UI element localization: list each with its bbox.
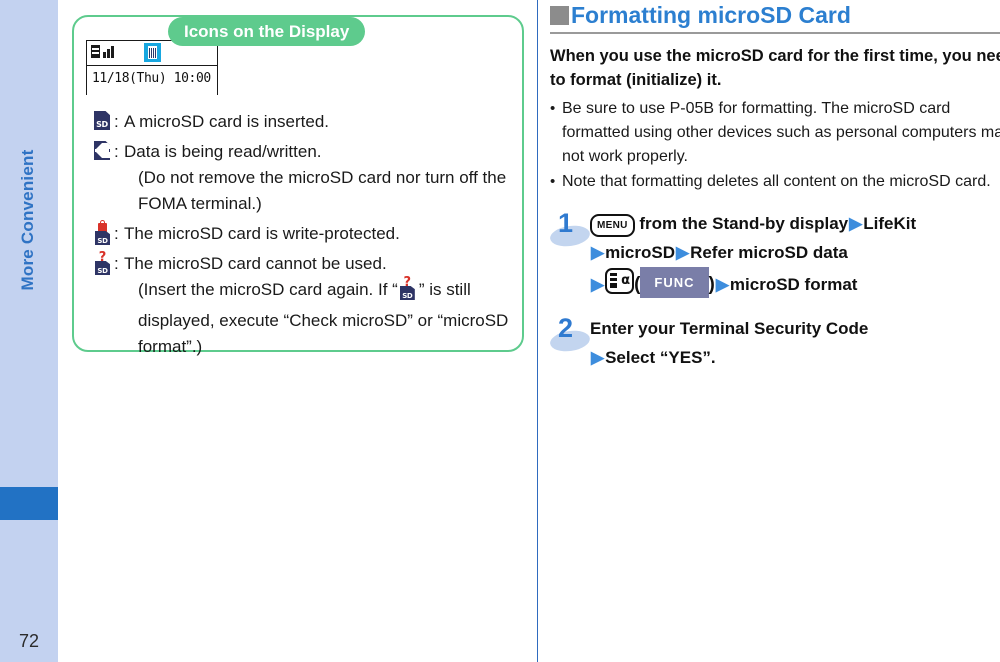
- bullet-dot-icon: •: [550, 172, 556, 190]
- legend-sub: (Insert the microSD card again. If “? SD”…: [124, 276, 524, 360]
- function-key-icon[interactable]: α: [605, 267, 635, 294]
- header-rule: [550, 32, 1000, 34]
- step-line-1: MENU from the Stand-by display▶LifeKit: [590, 209, 1000, 238]
- step-target[interactable]: LifeKit: [863, 214, 916, 233]
- phone-display-mockup: 11/18(Thu) 10:00: [86, 40, 218, 95]
- list-item: • Note that formatting deletes all conte…: [550, 170, 1000, 194]
- legend-sub: (Do not remove the microSD card nor turn…: [138, 168, 507, 213]
- battery-icon: [91, 45, 100, 58]
- legend-sub-pre: (Insert the microSD card again. If “: [138, 280, 398, 299]
- icons-on-display-panel: Icons on the Display 11/18(Thu) 10:00 SD…: [72, 15, 524, 356]
- mock-datetime: 11/18(Thu) 10:00: [92, 71, 211, 86]
- paren-close: ): [708, 273, 715, 295]
- bullet-dot-icon: •: [550, 99, 556, 117]
- signal-bars-icon: [103, 44, 117, 58]
- step-number-badge: 1: [548, 207, 592, 250]
- column-divider: [537, 0, 538, 662]
- panel-title-tab: Icons on the Display: [168, 17, 366, 46]
- legend-text: Data is being read/written. (Do not remo…: [124, 139, 524, 217]
- procedure-step-2: 2 Enter your Terminal Security Code ▶Sel…: [548, 312, 1000, 372]
- func-softkey-badge[interactable]: FUNC: [640, 266, 709, 298]
- legend-text: The microSD card is write-protected.: [124, 224, 400, 243]
- note-text: Be sure to use P-05B for formatting. The…: [562, 99, 1000, 165]
- list-item: ? SD : The microSD card cannot be used. …: [94, 251, 524, 360]
- microsd-read-write-icon: [94, 139, 114, 160]
- menu-key-icon[interactable]: MENU: [590, 213, 635, 237]
- arrow-icon: ▶: [849, 213, 863, 233]
- arrow-icon: ▶: [591, 242, 605, 262]
- list-item: : Data is being read/written. (Do not re…: [94, 139, 524, 217]
- step-line-2: ▶Select “YES”.: [590, 343, 1000, 372]
- legend-text: A microSD card is inserted.: [124, 112, 330, 131]
- legend-main: The microSD card cannot be used.: [124, 254, 387, 273]
- section-lead-text: When you use the microSD card for the fi…: [550, 46, 1000, 89]
- chapter-label: More Convenient: [18, 149, 37, 291]
- step-target[interactable]: Refer microSD data: [690, 243, 848, 262]
- legend-text: The microSD card cannot be used. (Insert…: [124, 251, 524, 360]
- arrow-icon: ▶: [676, 242, 690, 262]
- step-text: from the Stand-by display: [634, 213, 849, 233]
- list-item: SD : A microSD card is inserted.: [94, 109, 524, 135]
- list-item: SD : The microSD card is write-protected…: [94, 220, 524, 247]
- microsd-card-icon: SD: [94, 109, 114, 130]
- step-target[interactable]: microSD format: [730, 275, 858, 294]
- arrow-icon: ▶: [591, 274, 605, 294]
- step-number: 1: [558, 207, 574, 238]
- chapter-tab-marker: [0, 487, 58, 520]
- step-line-3: ▶ α(FUNC)▶microSD format: [590, 266, 1000, 299]
- icon-legend-list: SD : A microSD card is inserted. : Data …: [94, 109, 524, 364]
- microsd-inserted-icon-highlight: [144, 43, 161, 62]
- step-instructions: Enter your Terminal Security Code ▶Selec…: [590, 313, 1000, 372]
- square-bullet-icon: [550, 6, 569, 25]
- step-line-2: ▶microSD▶Refer microSD data: [590, 238, 1000, 267]
- step-number-badge: 2: [548, 312, 592, 355]
- step-instructions: MENU from the Stand-by display▶LifeKit ▶…: [590, 208, 1000, 299]
- formatting-section: Formatting microSD Card When you use the…: [548, 0, 1000, 662]
- page-title: Formatting microSD Card: [571, 2, 851, 28]
- procedure-step-1: 1 MENU from the Stand-by display▶LifeKit…: [548, 207, 1000, 299]
- chapter-sidebar: More Convenient 72: [0, 0, 58, 662]
- legend-main: Data is being read/written.: [124, 142, 322, 161]
- microsd-write-protected-icon: SD: [94, 220, 114, 245]
- arrow-icon: ▶: [591, 347, 605, 367]
- page-number: 72: [18, 631, 40, 651]
- note-text: Note that formatting deletes all content…: [562, 172, 991, 190]
- legend-colon: :: [114, 254, 119, 273]
- microsd-inserted-icon: [148, 46, 157, 59]
- microsd-unusable-icon: ? SD: [94, 251, 114, 275]
- legend-colon: :: [114, 142, 119, 161]
- section-header: Formatting microSD Card: [550, 0, 1000, 29]
- legend-colon: :: [114, 112, 119, 131]
- legend-colon: :: [114, 224, 119, 243]
- microsd-unusable-icon-inline: ? SD: [399, 276, 418, 308]
- step-target[interactable]: Select “YES”.: [605, 348, 716, 367]
- step-number: 2: [558, 312, 574, 343]
- step-target[interactable]: microSD: [605, 243, 675, 262]
- step-line-1: Enter your Terminal Security Code: [590, 318, 869, 338]
- list-item: • Be sure to use P-05B for formatting. T…: [550, 97, 1000, 169]
- arrow-icon: ▶: [715, 274, 729, 294]
- notes-list: • Be sure to use P-05B for formatting. T…: [550, 97, 1000, 194]
